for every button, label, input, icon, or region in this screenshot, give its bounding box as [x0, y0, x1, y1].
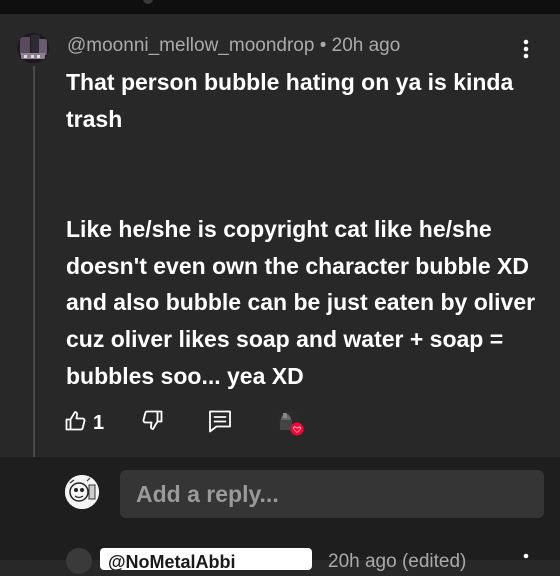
like-count: 1	[93, 411, 105, 434]
reply-input[interactable]: Add a reply...	[120, 470, 544, 518]
thumbs-up-icon	[64, 409, 88, 438]
comment-text: That person bubble hating on ya is kinda…	[66, 69, 536, 389]
dislike-button[interactable]	[140, 408, 166, 438]
top-strip	[0, 0, 560, 14]
creator-heart-icon	[290, 422, 304, 436]
reply-mention[interactable]: @NoMetalAbbi	[100, 548, 312, 570]
user-avatar	[65, 475, 99, 509]
thumbs-down-icon	[140, 410, 164, 436]
comment-meta: @moonni_mellow_moondrop • 20h ago	[67, 35, 400, 57]
like-button[interactable]: 1	[64, 408, 108, 438]
reply-button[interactable]	[207, 408, 235, 438]
reply-author-avatar[interactable]	[66, 548, 92, 574]
creator-heart	[275, 408, 307, 438]
reply-meta: 20h ago (edited)	[328, 551, 467, 572]
commenter-avatar[interactable]	[17, 33, 49, 63]
comment-time[interactable]: 20h ago	[332, 35, 401, 56]
comment-icon	[207, 410, 233, 438]
comment-author[interactable]: @moonni_mellow_moondrop	[67, 35, 314, 56]
reply-more-icon[interactable]	[516, 550, 536, 562]
more-vertical-icon[interactable]	[516, 38, 536, 60]
meta-separator: •	[314, 35, 332, 56]
